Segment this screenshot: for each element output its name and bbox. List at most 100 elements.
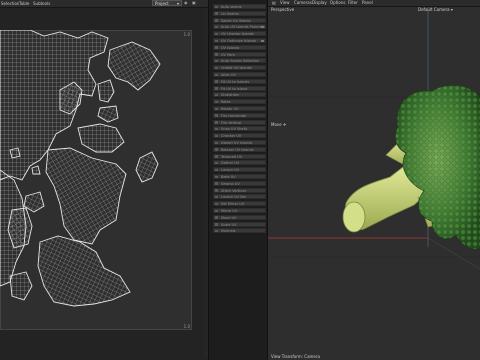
tool-item[interactable]: Unfold UV Islands [213, 65, 266, 71]
uv-canvas[interactable]: 1.0 1.0 [0, 30, 192, 330]
tool-item[interactable]: Normals [213, 228, 266, 234]
status-label: View Transform: Camera [271, 354, 320, 359]
projection-dropdown[interactable]: Project ▾ [152, 0, 182, 6]
tool-label: Auto Seams Selection [221, 59, 260, 64]
uv-menu-subtools[interactable]: Subtools [33, 1, 50, 6]
tool-item[interactable]: Fit UV to Island [213, 85, 266, 91]
chevron-down-icon: ▾ [176, 1, 179, 6]
tool-icon [215, 161, 218, 165]
tool-label: Relax [221, 100, 231, 105]
uv-tool-icon-1[interactable]: ◉ [184, 0, 188, 5]
tool-icon [215, 93, 218, 97]
tool-icon [215, 182, 218, 185]
uv-islands [0, 30, 161, 307]
viewport-menubar: ▤ View Cameras Display Options Filter Pa… [268, 0, 480, 7]
viewport-menu-cameras[interactable]: Cameras [294, 0, 312, 5]
tool-item[interactable]: Layout UV [213, 167, 266, 173]
tool-icon [215, 100, 218, 104]
checkbox-icon[interactable] [261, 39, 264, 42]
tool-item[interactable]: Relax [213, 99, 266, 105]
tool-item[interactable]: Move UV [213, 214, 266, 220]
projection-dropdown-label: Project [155, 1, 169, 6]
tool-label: Snap UV Shells [221, 127, 248, 132]
tool-icon [215, 19, 218, 22]
move-icon: ✛ [283, 122, 287, 127]
tool-icon [215, 216, 218, 219]
uv-menu-selection[interactable]: Selection [1, 1, 19, 6]
viewport-menu-view[interactable]: View [280, 0, 290, 5]
tool-label: Select UV Seams [221, 18, 251, 23]
tool-item[interactable]: UV Islands [213, 44, 266, 50]
tool-icon [215, 189, 218, 192]
viewport-menu-panel[interactable]: Panel [362, 0, 373, 5]
uv-tick-top-right: 1.0 [183, 32, 190, 37]
broccoli-model [342, 85, 480, 250]
tool-label: Flip Horizontal [221, 113, 247, 118]
tool-label: Scale UV [221, 222, 237, 227]
tool-label: UV Pack [221, 52, 236, 57]
tool-item[interactable]: Align UV [213, 72, 266, 77]
viewport-menu-display[interactable]: Display [312, 0, 327, 5]
tool-label: Normals [221, 229, 236, 234]
tool-item[interactable]: Scale UV [213, 221, 266, 227]
move-label-text: Move [271, 122, 282, 127]
tool-label: Unfold UV Islands [221, 66, 252, 71]
move-label[interactable]: Move ✛ [271, 122, 286, 127]
tool-item[interactable]: Distort UV Islands [213, 140, 266, 145]
tool-item[interactable]: Set Mirror UV [213, 201, 266, 207]
tool-label: Layout UV Set [221, 195, 246, 200]
tool-item[interactable]: Flip Horizontal [213, 112, 266, 118]
uv-menu-table[interactable]: Table [19, 1, 29, 6]
tool-item[interactable]: Select UV Seams [213, 17, 266, 23]
tool-icon [215, 80, 218, 83]
tool-icon [215, 46, 218, 49]
tool-icon [215, 127, 218, 131]
tool-item[interactable]: Auto UV Islands Projection [213, 24, 266, 30]
tool-item[interactable]: Rotate UV [213, 106, 266, 111]
tool-item[interactable]: Relaxer UV Islands [213, 146, 266, 152]
tool-item[interactable]: Sewing UV [213, 180, 266, 186]
viewport-menu-filter[interactable]: Filter [348, 0, 358, 5]
tool-label: Set Mirror UV [221, 202, 245, 207]
tool-item[interactable]: UV Pack [213, 51, 266, 57]
tool-label: Distort UV Islands [221, 141, 253, 145]
tool-icon [215, 39, 218, 42]
tool-item[interactable]: Flip Vertical [213, 119, 266, 125]
tool-label: Stitch Vertices [221, 188, 247, 193]
uv-tool-icon-2[interactable]: ▣ [192, 0, 196, 5]
tool-item[interactable]: UV Optimize Islands [213, 38, 266, 43]
tool-label: Un Seams [221, 11, 239, 16]
tool-item[interactable]: UV Unwrap Islands [213, 31, 266, 37]
tool-icon [215, 223, 218, 226]
checkbox-icon[interactable] [261, 25, 264, 29]
tool-item[interactable]: Bake UV [213, 174, 266, 179]
tool-icon [215, 121, 218, 124]
view-mode-label[interactable]: Perspective [271, 7, 294, 12]
tool-item[interactable]: Snap UV Shells [213, 126, 266, 132]
viewport-menu-icon[interactable]: ▤ [272, 0, 276, 5]
tool-item[interactable]: Layout UV Set [213, 194, 266, 200]
tool-item[interactable]: Fit UV to Islands [213, 78, 266, 84]
viewport-menu-options[interactable]: Options [330, 0, 345, 5]
camera-label[interactable]: Default Camera ▾ [418, 7, 453, 12]
tool-item[interactable]: Textured UV [213, 153, 266, 159]
tool-label: Relaxer UV Islands [221, 147, 254, 152]
tool-item[interactable]: Straighten [213, 92, 266, 98]
tool-item[interactable]: Mirror UV [213, 208, 266, 213]
uv-tick-bottom-right: 1.0 [183, 324, 190, 329]
viewport-scene [268, 7, 480, 270]
tool-icon [215, 134, 218, 138]
tool-item[interactable]: Gather UV [213, 160, 266, 166]
viewport-3d[interactable]: Perspective Default Camera ▾ Move ✛ View… [268, 7, 480, 360]
tool-icon [215, 114, 218, 117]
tool-icon [215, 59, 218, 63]
tool-item[interactable]: Auto Seams Selection [213, 58, 266, 64]
tool-item[interactable]: Auto seams [213, 4, 266, 9]
tool-item[interactable]: Stitch Vertices [213, 187, 266, 193]
tool-item[interactable]: Un Seams [213, 10, 266, 16]
tool-label: Align UV [221, 73, 236, 77]
tool-label: Fit UV to Islands [221, 79, 250, 84]
tool-icon [215, 66, 218, 70]
chevron-down-icon: ▾ [450, 7, 453, 12]
tool-item[interactable]: Checker UV [213, 133, 266, 139]
